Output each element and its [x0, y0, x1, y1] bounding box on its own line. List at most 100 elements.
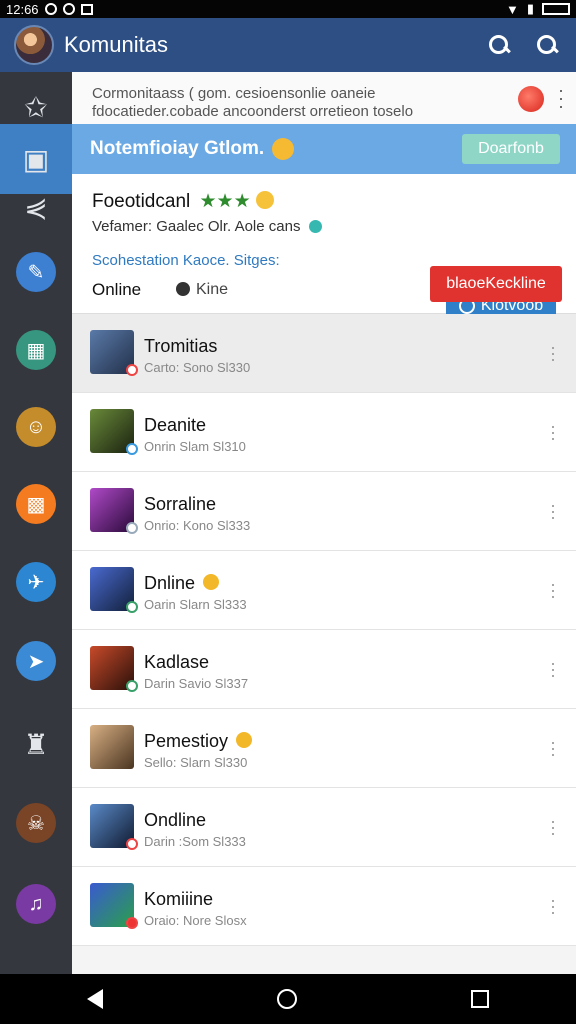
profile-name-line: Foeotidcanl ★★★	[92, 190, 274, 213]
home-icon[interactable]	[277, 989, 297, 1009]
item-subtitle: Oarin Slarn Sl333	[144, 597, 247, 612]
game-thumbnail	[90, 725, 134, 769]
banner-title: Notemfioiay Gtlom.	[90, 138, 265, 159]
item-name-text: Kadlase	[144, 652, 210, 672]
emoji-icon	[272, 138, 295, 160]
item-name-text: Sorraline	[144, 494, 217, 514]
app-icon	[80, 3, 93, 15]
avatar-icon: ☺	[16, 407, 56, 447]
item-subtitle: Darin :Som Sl333	[144, 834, 246, 849]
item-subtitle: Oraio: Nore Slosx	[144, 913, 247, 928]
more-icon[interactable]: · · ·	[550, 733, 556, 763]
more-icon[interactable]: · · ·	[550, 338, 556, 368]
profile-stats[interactable]: Scohestation Kaoce. Sitges:	[92, 252, 280, 269]
music-icon: ♫	[16, 884, 56, 924]
sidebar-item-calendar[interactable]: ▦	[0, 315, 72, 385]
list-item[interactable]: Deanite Onrin Slam Sl310 · · ·	[72, 393, 576, 472]
search-icon[interactable]	[488, 34, 510, 56]
game-thumbnail	[90, 488, 138, 534]
sidebar-item-share[interactable]: ⋞	[0, 172, 72, 242]
item-name-text: Komiiine	[144, 889, 214, 909]
user-avatar[interactable]	[14, 25, 54, 65]
sidebar-item-store[interactable]: ▩	[0, 469, 72, 539]
share-icon: ⋞	[24, 191, 48, 223]
badge-icon	[126, 680, 138, 692]
status-bar: 12:66 ▼ ▮	[0, 0, 576, 18]
game-thumbnail	[90, 804, 138, 850]
profile-name: Foeotidcanl	[92, 191, 191, 212]
list-item[interactable]: Kadlase Darin Savio Sl337 · · ·	[72, 630, 576, 709]
notification-icon	[44, 3, 57, 15]
app-bar: Komunitas	[0, 18, 576, 72]
sidebar-item-brush[interactable]: ✎	[0, 237, 72, 307]
badge-icon	[126, 443, 138, 455]
sidebar-item-music[interactable]: ♫	[0, 869, 72, 939]
action-button[interactable]: blaoeKeckline	[430, 266, 562, 302]
badge-icon	[126, 601, 138, 613]
recent-apps-icon[interactable]	[471, 990, 489, 1008]
emoji-icon	[203, 574, 220, 590]
description-line-2: fdocatieder.cobade ancoonderst orretieon…	[92, 103, 414, 120]
item-name: Sorraline	[144, 494, 216, 515]
online-status: Online	[92, 280, 142, 299]
sync-icon	[62, 3, 75, 15]
star-icon: ✩	[24, 91, 48, 123]
brush-icon: ✎	[16, 252, 56, 292]
search-button[interactable]	[536, 34, 558, 56]
item-name-text: Pemestioy	[144, 731, 229, 751]
puzzle-icon: ♜	[23, 728, 49, 760]
item-name-text: Ondline	[144, 810, 207, 830]
item-name-text: Dnline	[144, 573, 196, 593]
item-name-text: Deanite	[144, 415, 207, 435]
sidebar-item-puzzle[interactable]: ♜	[0, 709, 72, 779]
sidebar-item-pirate[interactable]: ☠	[0, 788, 72, 858]
bird-icon: ➤	[16, 641, 56, 681]
profile-card: Foeotidcanl ★★★ Vefamer: Gaalec Olr. Aol…	[72, 174, 576, 322]
item-name: Komiiine	[144, 889, 213, 910]
badge-icon	[126, 838, 138, 850]
more-icon[interactable]: · · ·	[550, 575, 556, 605]
list-item[interactable]: Sorraline Onrio: Kono Sl333 · · ·	[72, 472, 576, 551]
back-icon[interactable]	[87, 989, 103, 1009]
badge-icon	[126, 522, 138, 534]
more-icon[interactable]: · · ·	[550, 891, 556, 921]
sidebar-item-avatar[interactable]: ☺	[0, 392, 72, 462]
item-name: Pemestioy	[144, 731, 253, 752]
item-name: Dnline	[144, 573, 220, 594]
sidebar-item-satellite[interactable]: ✈	[0, 547, 72, 617]
store-icon: ▩	[16, 484, 56, 524]
member-list: Tromitias Carto: Sono Sl330 · · · Deanite …	[72, 314, 576, 946]
heart-icon[interactable]	[518, 86, 544, 112]
list-item[interactable]: Pemestioy Sello: Slarn Sl330 · · ·	[72, 709, 576, 788]
description-line-1: Cormonitaass ( gom. cesioensonlie oaneie	[92, 85, 376, 102]
item-subtitle: Onrin Slam Sl310	[144, 439, 246, 454]
item-subtitle: Darin Savio Sl337	[144, 676, 249, 691]
more-icon[interactable]: · · ·	[550, 417, 556, 447]
list-item[interactable]: Ondline Darin :Som Sl333 · · ·	[72, 788, 576, 867]
banner-button[interactable]: Doarfonb	[462, 134, 560, 164]
game-thumbnail	[90, 409, 138, 455]
emoji-icon	[236, 732, 253, 748]
list-item[interactable]: Komiiine Oraio: Nore Slosx · · ·	[72, 867, 576, 946]
list-item[interactable]: Dnline Oarin Slarn Sl333 · · ·	[72, 551, 576, 630]
more-icon[interactable]: · · ·	[550, 496, 556, 526]
more-icon[interactable]: · · ·	[558, 81, 564, 115]
status-dot-icon	[308, 220, 322, 233]
system-nav-bar	[0, 974, 576, 1024]
main-content: Cormonitaass ( gom. cesioensonlie oaneie…	[72, 72, 576, 974]
item-name: Kadlase	[144, 652, 209, 673]
signal-icon: ▮	[526, 1, 534, 16]
list-item[interactable]: Tromitias Carto: Sono Sl330 · · ·	[72, 314, 576, 393]
star-rating: ★★★	[199, 191, 251, 212]
item-name: Ondline	[144, 810, 206, 831]
notification-banner: Notemfioiay Gtlom. Doarfonb	[72, 124, 576, 174]
badge-icon	[126, 364, 138, 376]
more-icon[interactable]: · · ·	[550, 812, 556, 842]
sidebar-item-bird[interactable]: ➤	[0, 626, 72, 696]
item-subtitle: Onrio: Kono Sl333	[144, 518, 251, 533]
more-icon[interactable]: · · ·	[550, 654, 556, 684]
item-subtitle: Carto: Sono Sl330	[144, 360, 251, 375]
item-subtitle: Sello: Slarn Sl330	[144, 755, 248, 770]
pirate-icon: ☠	[16, 803, 56, 843]
game-thumbnail	[90, 883, 138, 929]
